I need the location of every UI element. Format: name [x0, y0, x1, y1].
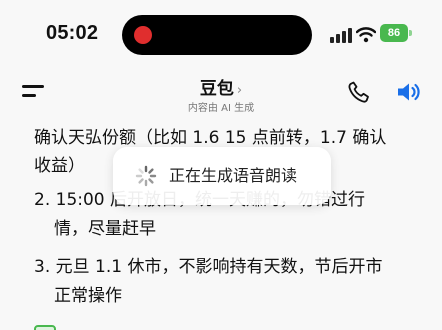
speaker-icon[interactable] [396, 81, 422, 103]
check-icon [34, 325, 56, 330]
ai-generated-note: 内容由 AI 生成 [187, 103, 255, 114]
phone-icon[interactable] [347, 80, 371, 104]
recording-dot-icon [134, 26, 152, 44]
chevron-right-icon: › [236, 83, 243, 98]
cellular-signal-icon [330, 27, 352, 43]
message-line: 情，尽量赶早 [54, 219, 156, 239]
wifi-icon [356, 27, 376, 43]
chat-title[interactable]: 豆包 › [0, 74, 442, 99]
dynamic-island[interactable] [122, 15, 312, 55]
battery-tip [409, 30, 412, 36]
chat-header: 豆包 › 内容由 AI 生成 [0, 66, 442, 120]
loading-spinner-icon [135, 165, 157, 187]
chat-title-text: 豆包 [199, 79, 234, 99]
message-line: 3. 元旦 1.1 休市，不影响持有天数，节后开市 [34, 257, 383, 277]
message-line: 正常操作 [54, 286, 122, 306]
battery-level: 86 [387, 27, 401, 39]
toast-text: 正在生成语音朗读 [169, 166, 298, 185]
status-time: 05:02 [46, 22, 99, 44]
message-line: 收益） [34, 156, 85, 176]
status-bar: 05:02 86 [0, 0, 442, 70]
voice-generating-toast: 正在生成语音朗读 [113, 147, 331, 205]
battery-icon: 86 [380, 24, 408, 42]
